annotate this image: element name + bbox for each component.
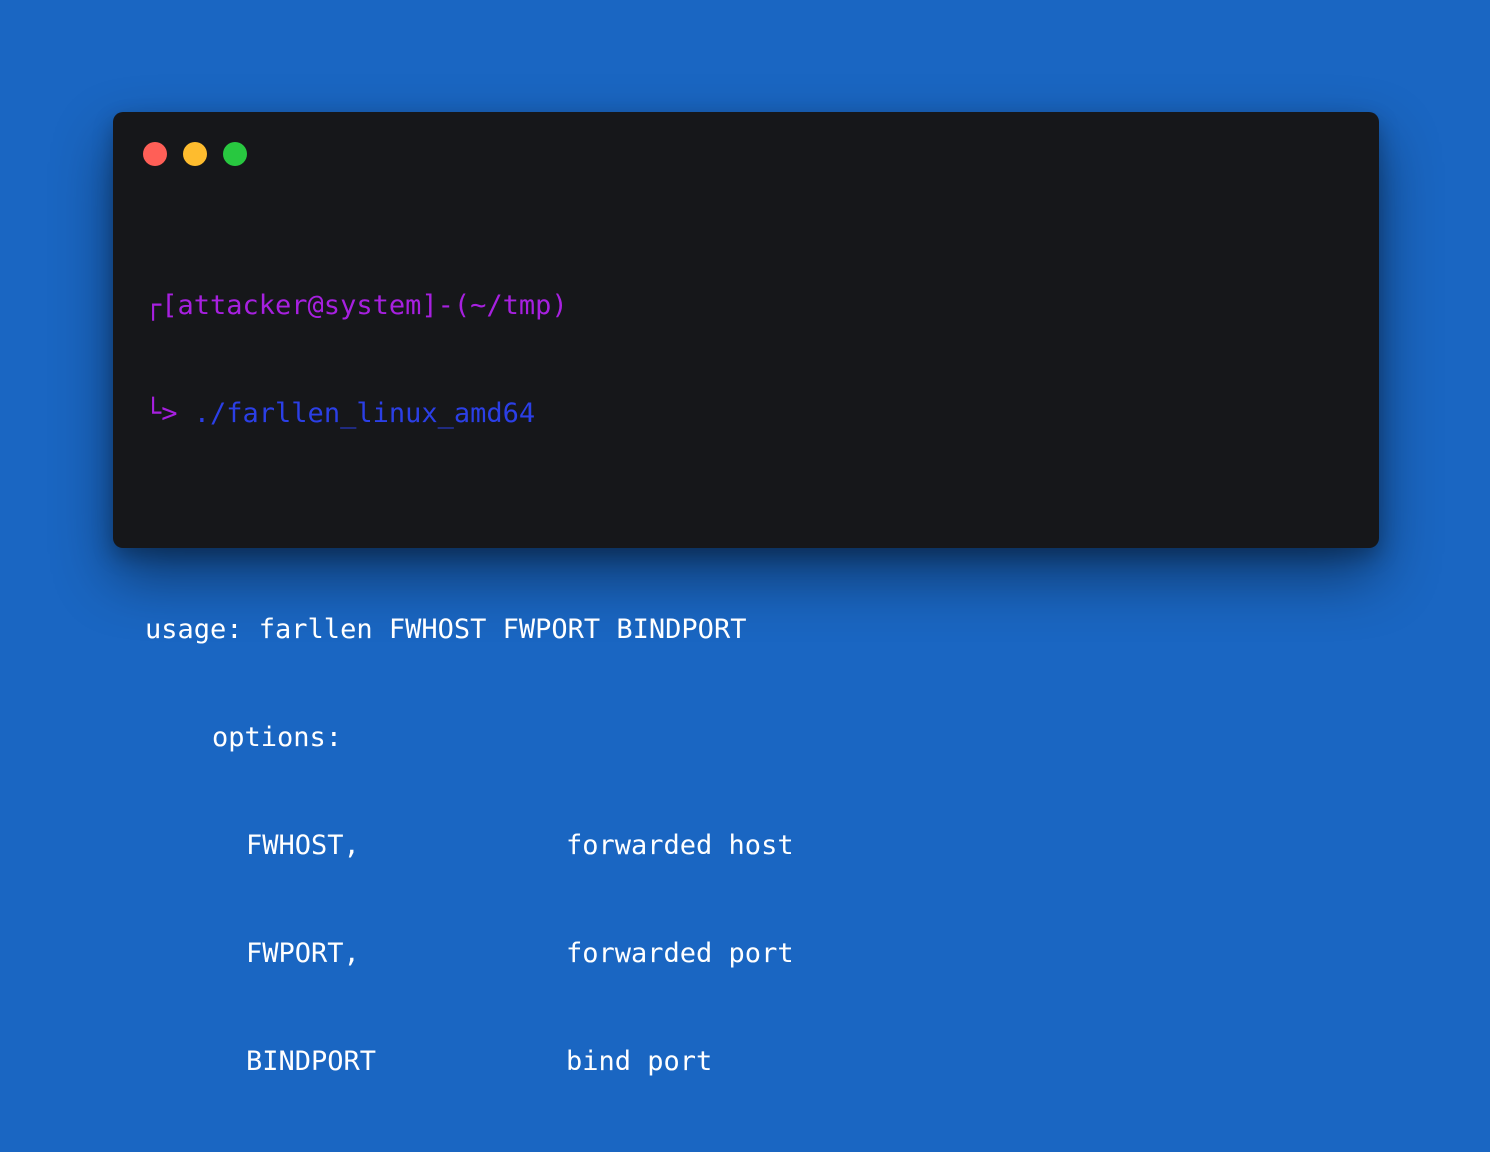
option-description: bind port [566,1046,713,1077]
maximize-window-icon[interactable] [223,142,247,166]
usage-text: usage: farllen FWHOST FWPORT BINDPORT [145,614,747,645]
command-line: └> ./farllen_linux_amd64 [145,396,1359,432]
option-name: FWHOST, [246,830,360,861]
option-name: FWPORT, [246,938,360,969]
options-header-line: options: [145,720,1359,756]
option-description: forwarded host [566,830,794,861]
window-controls [143,142,247,166]
option-name: BINDPORT [246,1046,377,1077]
option-row: FWHOST, forwarded host [145,828,1359,864]
close-window-icon[interactable] [143,142,167,166]
prompt-line: ┌[attacker@system]-(~/tmp) [145,288,1359,324]
prompt-arrow: └> [145,398,178,429]
desktop-background: ┌[attacker@system]-(~/tmp) └> ./farllen_… [0,0,1490,1077]
option-description: forwarded port [566,938,794,969]
prompt-user-host-path: ┌[attacker@system]-(~/tmp) [145,290,568,321]
terminal-output[interactable]: ┌[attacker@system]-(~/tmp) └> ./farllen_… [145,216,1359,1152]
usage-line: usage: farllen FWHOST FWPORT BINDPORT [145,612,1359,648]
option-row: FWPORT, forwarded port [145,936,1359,972]
command-text: ./farllen_linux_amd64 [177,398,536,429]
option-row: BINDPORT bind port [145,1044,1359,1080]
options-header: options: [212,722,343,753]
terminal-window[interactable]: ┌[attacker@system]-(~/tmp) └> ./farllen_… [113,112,1379,1077]
minimize-window-icon[interactable] [183,142,207,166]
